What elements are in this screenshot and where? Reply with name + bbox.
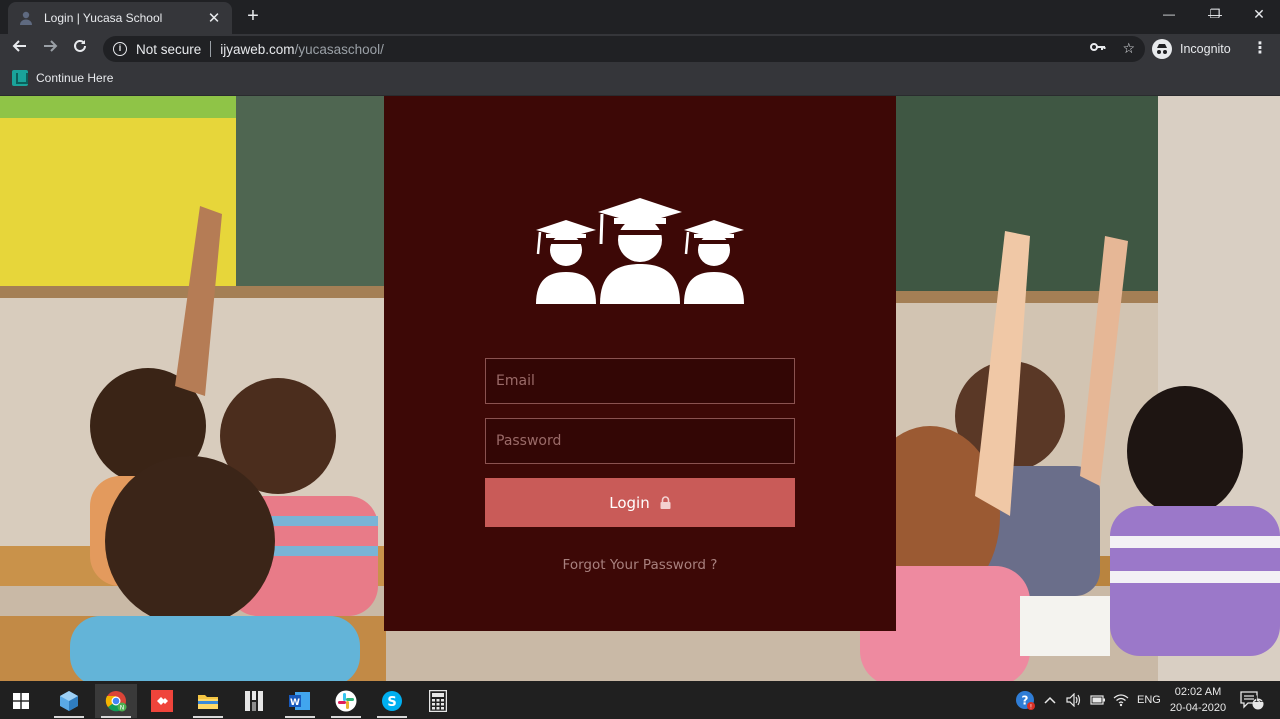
bookmarks-bar: Continue Here [0, 64, 1280, 96]
login-panel: Login Forgot Your Password ? [384, 96, 896, 631]
bookmark-icon [12, 70, 28, 86]
lock-icon [660, 496, 671, 509]
password-field[interactable] [485, 418, 795, 464]
incognito-label: Incognito [1180, 42, 1231, 56]
running-indicator [101, 716, 131, 718]
media-app-icon[interactable] [233, 684, 275, 718]
window-close-button[interactable]: ✕ [1236, 0, 1280, 30]
back-button[interactable] [7, 36, 33, 62]
tab-close-icon[interactable]: ✕ [206, 9, 222, 27]
browser-tab[interactable]: Login | Yucasa School ✕ [8, 2, 232, 34]
forward-button[interactable] [37, 36, 63, 62]
back-arrow-icon [12, 40, 26, 52]
maximize-button[interactable]: ❐ [1192, 0, 1238, 30]
chevron-up-icon[interactable] [1044, 681, 1056, 719]
key-icon[interactable] [1090, 40, 1106, 57]
browser-menu-icon[interactable]: ⋮ [1250, 36, 1270, 62]
url-host: ijyaweb.com [220, 41, 295, 57]
security-status[interactable]: Not secure [136, 42, 201, 57]
login-button-label: Login [609, 493, 650, 512]
bookmark-label: Continue Here [36, 71, 114, 85]
minimize-button[interactable]: — [1146, 0, 1192, 30]
clock-date: 20-04-2020 [1169, 702, 1227, 714]
tab-favicon-icon [18, 10, 34, 26]
svg-text:N: N [120, 705, 125, 712]
tab-strip: Login | Yucasa School ✕ + — [0, 0, 1280, 34]
browser-toolbar: i Not secure ijyaweb.com /yucasaschool/ … [0, 34, 1280, 64]
page-viewport: Login Forgot Your Password ? [0, 96, 1280, 681]
svg-text:!: ! [1030, 704, 1032, 711]
clock-time: 02:02 AM [1174, 686, 1222, 698]
running-indicator [285, 716, 315, 718]
language-indicator[interactable]: ENG [1137, 681, 1161, 719]
bookmark-star-icon[interactable]: ☆ [1122, 40, 1135, 57]
running-indicator [54, 716, 84, 718]
omnibox-divider [210, 41, 212, 57]
slack-icon[interactable] [325, 684, 367, 718]
word-icon[interactable]: W [279, 684, 321, 718]
forward-arrow-icon [44, 40, 58, 52]
running-indicator [331, 716, 361, 718]
file-explorer-icon[interactable] [187, 684, 229, 718]
email-field[interactable] [485, 358, 795, 404]
running-indicator [377, 716, 407, 718]
info-icon[interactable]: i [113, 42, 127, 56]
windows-taskbar: N W S ?! ENG 02:02 AM 20-04-2020 13 [0, 681, 1280, 719]
anydesk-icon[interactable] [141, 684, 183, 718]
calculator-icon[interactable] [417, 684, 459, 718]
bookmark-continue-here[interactable]: Continue Here [12, 70, 113, 86]
incognito-indicator[interactable]: Incognito [1152, 36, 1231, 62]
start-icon[interactable] [0, 684, 42, 718]
incognito-icon [1152, 39, 1172, 59]
help-tray-icon[interactable]: ?! [1014, 681, 1036, 719]
volume-icon[interactable] [1066, 681, 1082, 719]
url-path: /yucasaschool/ [294, 41, 384, 57]
svg-text:S: S [387, 695, 396, 710]
svg-text:W: W [290, 698, 300, 708]
system-clock[interactable]: 02:02 AM 20-04-2020 [1164, 684, 1232, 716]
tab-title: Login | Yucasa School [44, 11, 163, 25]
notification-count-badge: 13 [1254, 694, 1265, 704]
forgot-password-link[interactable]: Forgot Your Password ? [384, 557, 896, 573]
wifi-icon[interactable] [1113, 681, 1129, 719]
chrome-icon[interactable]: N [95, 684, 137, 718]
reload-button[interactable] [67, 36, 93, 62]
running-indicator [193, 716, 223, 718]
notification-center-icon[interactable]: 13 [1240, 681, 1264, 719]
address-bar[interactable]: i Not secure ijyaweb.com /yucasaschool/ … [103, 36, 1145, 62]
3d-viewer-icon[interactable] [48, 684, 90, 718]
skype-icon[interactable]: S [371, 684, 413, 718]
battery-icon[interactable] [1090, 681, 1106, 719]
login-button[interactable]: Login [485, 478, 795, 527]
reload-icon [74, 39, 86, 52]
graduates-logo-icon [536, 198, 744, 304]
new-tab-button[interactable]: + [240, 4, 266, 30]
